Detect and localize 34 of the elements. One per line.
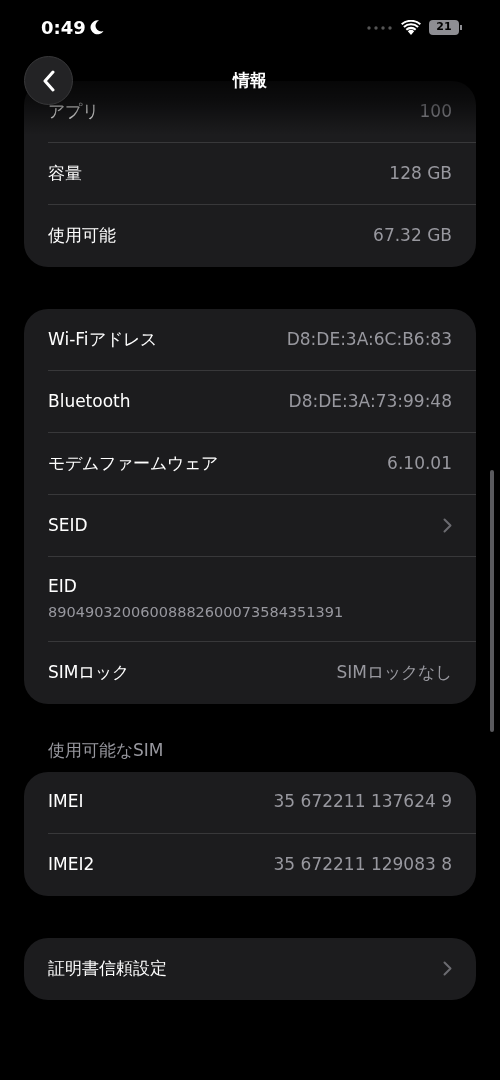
row-label: モデムファームウェア: [48, 451, 218, 475]
settings-row[interactable]: SEID: [48, 495, 476, 557]
status-time: 0:49: [41, 16, 86, 40]
row-label: 容量: [48, 161, 82, 185]
page-title: 情報: [233, 70, 267, 90]
row-label: SIMロック: [48, 661, 130, 685]
chevron-right-icon: [443, 961, 452, 976]
row-value: 128 GB: [389, 161, 452, 185]
row-label: IMEI: [48, 790, 84, 814]
row-label: Wi-Fiアドレス: [48, 327, 157, 351]
row-value: 89049032006008882600073584351391: [48, 602, 344, 622]
row-label: EID: [48, 575, 77, 599]
settings-row[interactable]: 証明書信頼設定: [48, 937, 476, 1000]
signal-icon: [367, 25, 393, 30]
wifi-icon: [401, 20, 421, 35]
row-label: Bluetooth: [48, 389, 131, 413]
battery-level: 21: [429, 20, 459, 35]
row-value: D8:DE:3A:73:99:48: [288, 389, 452, 413]
row-value: 100: [419, 99, 452, 123]
row-value: 35 672211 137624 9: [273, 790, 452, 814]
section-heading: 使用可能なSIM: [48, 739, 165, 762]
row-value: 67.32 GB: [373, 224, 452, 248]
row-value: SIMロックなし: [336, 661, 452, 685]
chevron-left-icon: [41, 69, 56, 92]
chevron-right-icon: [443, 518, 452, 533]
moon-icon: [89, 20, 104, 35]
row-value: D8:DE:3A:6C:B6:83: [286, 327, 452, 351]
row-label: IMEI2: [48, 852, 95, 876]
row-value: 35 672211 129083 8: [273, 852, 452, 876]
row-value: 6.10.01: [387, 451, 452, 475]
row-label: アプリ: [48, 99, 99, 123]
row-label: 証明書信頼設定: [48, 956, 167, 980]
row-label: SEID: [48, 513, 88, 537]
row-label: 使用可能: [48, 224, 116, 248]
